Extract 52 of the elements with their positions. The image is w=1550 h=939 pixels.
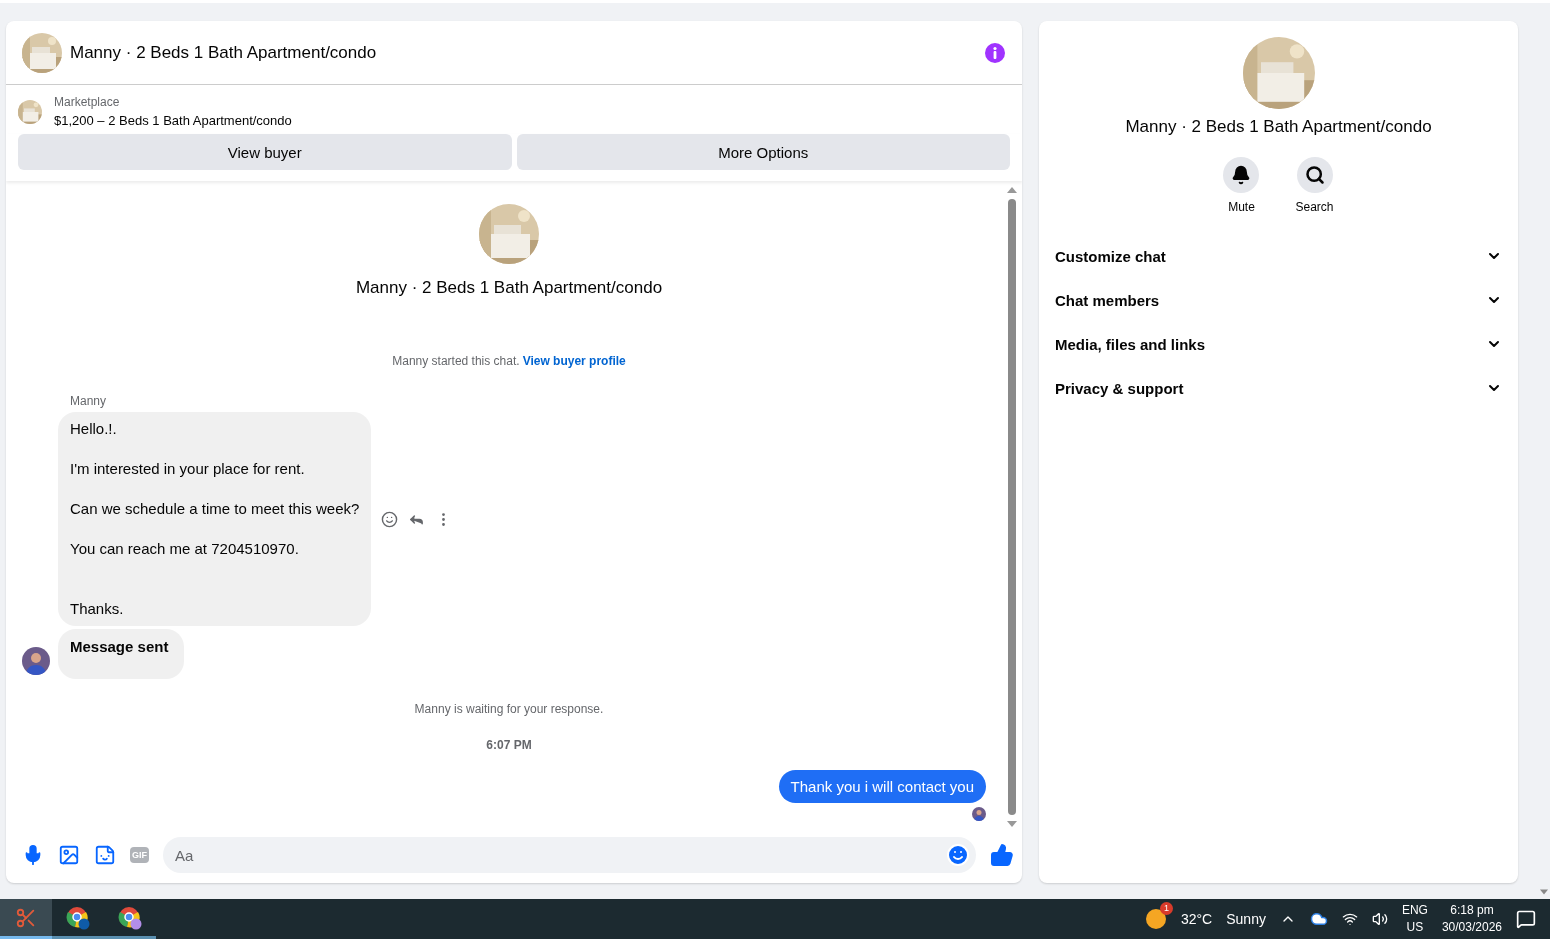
speaker-icon[interactable] — [1371, 911, 1388, 927]
chat-title: Manny · 2 Beds 1 Bath Apartment/condo — [70, 42, 378, 63]
timestamp: 6:07 PM — [486, 738, 532, 752]
search-button[interactable] — [1296, 157, 1333, 193]
clock-date[interactable]: 30/03/2026 — [1441, 919, 1502, 936]
notification-icon[interactable] — [1516, 909, 1536, 929]
message-bubble: Thank you i will contact you — [778, 770, 986, 803]
chat-name: Manny · 2 Beds 1 Bath Apartment/condo — [355, 278, 663, 298]
scroll-down-icon[interactable] — [1007, 821, 1017, 827]
browser-icon — [118, 905, 142, 930]
section-header[interactable]: Privacy & support — [1039, 366, 1518, 410]
action-label: Search — [1295, 200, 1334, 214]
system-message: Manny is waiting for your response. — [414, 702, 604, 716]
info-icon[interactable] — [984, 41, 1006, 64]
action-label: Mute — [1228, 200, 1255, 214]
message-bubble: Hello.!. I'm interested in your place for rent. Can we schedule a time to meet this week? You can reach me at 7204510970. Thanks. — [58, 412, 372, 626]
section-header[interactable]: Chat members — [1039, 278, 1518, 322]
like-icon[interactable] — [990, 843, 1014, 867]
cloud-icon[interactable] — [1309, 910, 1328, 928]
weather-condition: Sunny — [1226, 911, 1266, 927]
system-message: Manny started this chat. — [392, 354, 520, 368]
scissors-icon — [15, 906, 37, 929]
notification-badge: 1 — [1159, 902, 1173, 915]
clock-time[interactable]: 6:18 pm — [1450, 902, 1494, 919]
section-header[interactable]: Media, files and links — [1039, 322, 1518, 366]
browser-icon — [66, 905, 90, 930]
bell-icon — [1231, 165, 1252, 185]
scrollbar-thumb[interactable] — [1008, 199, 1016, 815]
search-icon — [1304, 165, 1325, 185]
sticker-icon[interactable] — [94, 844, 116, 866]
image-icon[interactable] — [58, 844, 80, 866]
chat-name: Manny · 2 Beds 1 Bath Apartment/condo — [1125, 117, 1432, 137]
section-header[interactable]: Customize chat — [1039, 234, 1518, 278]
temperature: 32°C — [1180, 911, 1213, 927]
message-bubble: Message sent — [58, 629, 185, 679]
language[interactable]: ENG — [1401, 902, 1428, 919]
wifi-icon[interactable] — [1341, 911, 1358, 927]
listing-source: Marketplace — [54, 95, 121, 109]
message-field[interactable]: Aa — [163, 837, 976, 873]
taskbar-app[interactable] — [0, 899, 52, 939]
region[interactable]: US — [1406, 919, 1424, 936]
buyer-profile-link[interactable]: View buyer profile — [522, 354, 626, 368]
sender-name: Manny — [70, 394, 108, 408]
avatar — [972, 807, 986, 821]
action-button[interactable]: More Options — [516, 134, 1010, 170]
react-icon[interactable] — [381, 510, 399, 528]
scroll-up-icon[interactable] — [1007, 187, 1017, 193]
avatar — [22, 647, 50, 675]
action-button[interactable]: View buyer — [18, 134, 512, 170]
mute-button[interactable] — [1223, 157, 1260, 193]
listing-summary: $1,200 – 2 Beds 1 Bath Apartment/condo — [54, 113, 292, 128]
scroll-down-icon[interactable] — [1540, 889, 1548, 895]
